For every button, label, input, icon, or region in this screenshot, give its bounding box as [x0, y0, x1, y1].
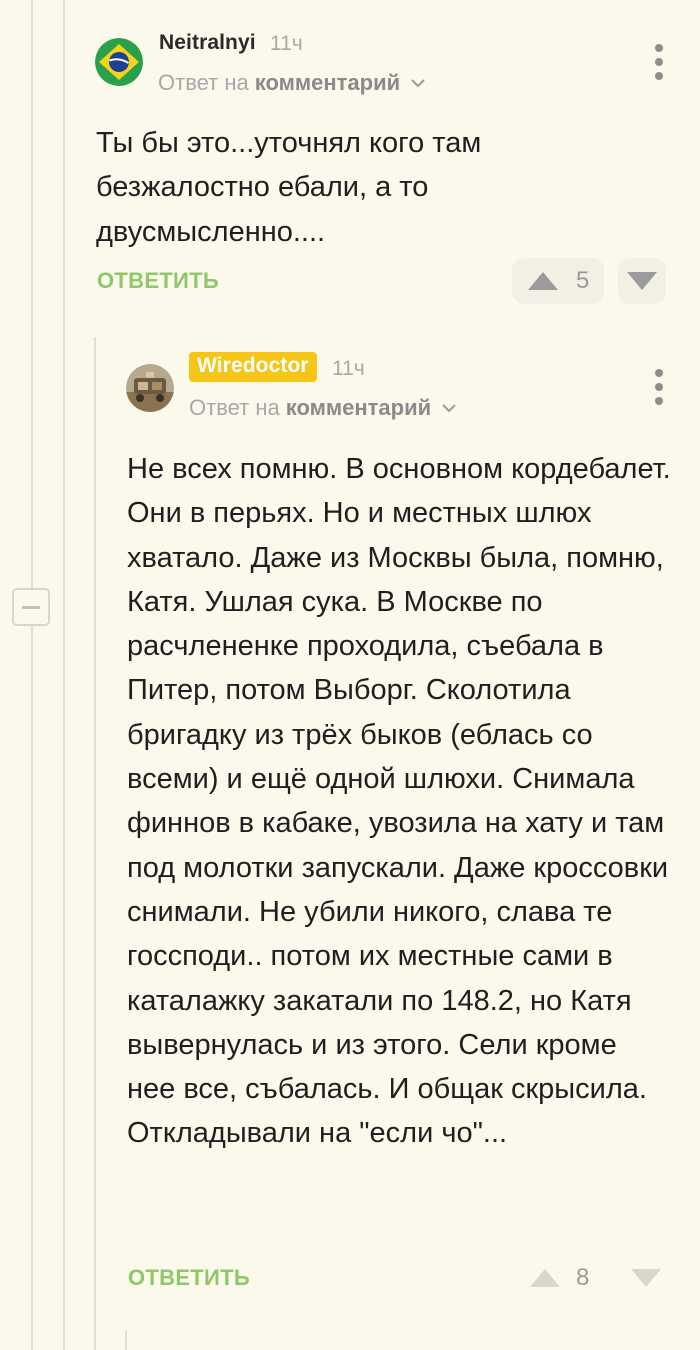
comment-time: 11ч	[270, 32, 303, 55]
thread-line-root	[31, 0, 33, 1350]
downvote-button[interactable]	[622, 1261, 670, 1295]
reply-button[interactable]: ОТВЕТИТЬ	[128, 1265, 250, 1291]
more-options-icon[interactable]	[653, 369, 665, 405]
comment-time: 11ч	[332, 357, 365, 380]
reply-to-prefix: Ответ на	[189, 395, 280, 420]
rating-count: 8	[576, 1264, 590, 1291]
avatar[interactable]	[95, 38, 143, 86]
collapse-thread-button[interactable]	[12, 588, 50, 626]
rating-widget: 5	[512, 258, 666, 304]
thread-line-level-3	[125, 1330, 127, 1350]
user-photo-icon	[126, 364, 174, 412]
reply-to-target: комментарий	[285, 395, 432, 420]
comment-text: Ты бы это...уточнял кого там безжалостно…	[96, 127, 482, 248]
comment-text: Не всех помню. В основном кордебалет. Он…	[127, 453, 671, 1150]
reply-to-link[interactable]: Ответ на комментарий	[189, 395, 457, 421]
author-name[interactable]: Neitralnyi	[159, 31, 256, 55]
brazil-flag-icon	[95, 38, 143, 86]
avatar[interactable]	[126, 364, 174, 412]
chevron-down-icon	[441, 400, 457, 416]
chevron-down-icon	[410, 75, 426, 91]
reply-button[interactable]: ОТВЕТИТЬ	[97, 268, 219, 294]
thread-line-level-1	[63, 0, 65, 1350]
arrow-down-icon	[631, 1269, 661, 1287]
author-name[interactable]: Wiredoctor	[189, 352, 317, 382]
minus-icon	[22, 605, 40, 609]
reply-to-target: комментарий	[254, 70, 401, 95]
thread-line-level-2	[94, 337, 96, 1350]
downvote-button[interactable]	[618, 258, 666, 304]
reply-to-link[interactable]: Ответ на комментарий	[158, 70, 426, 96]
reply-to-prefix: Ответ на	[158, 70, 249, 95]
rating-count: 5	[576, 267, 590, 294]
upvote-button[interactable]: 5	[512, 258, 604, 304]
upvote-button[interactable]: 8	[528, 1261, 604, 1295]
rating-widget: 8	[528, 1261, 670, 1295]
arrow-up-icon	[530, 1269, 560, 1287]
more-options-icon[interactable]	[653, 44, 665, 80]
arrow-down-icon	[627, 272, 657, 290]
arrow-up-icon	[528, 272, 558, 290]
